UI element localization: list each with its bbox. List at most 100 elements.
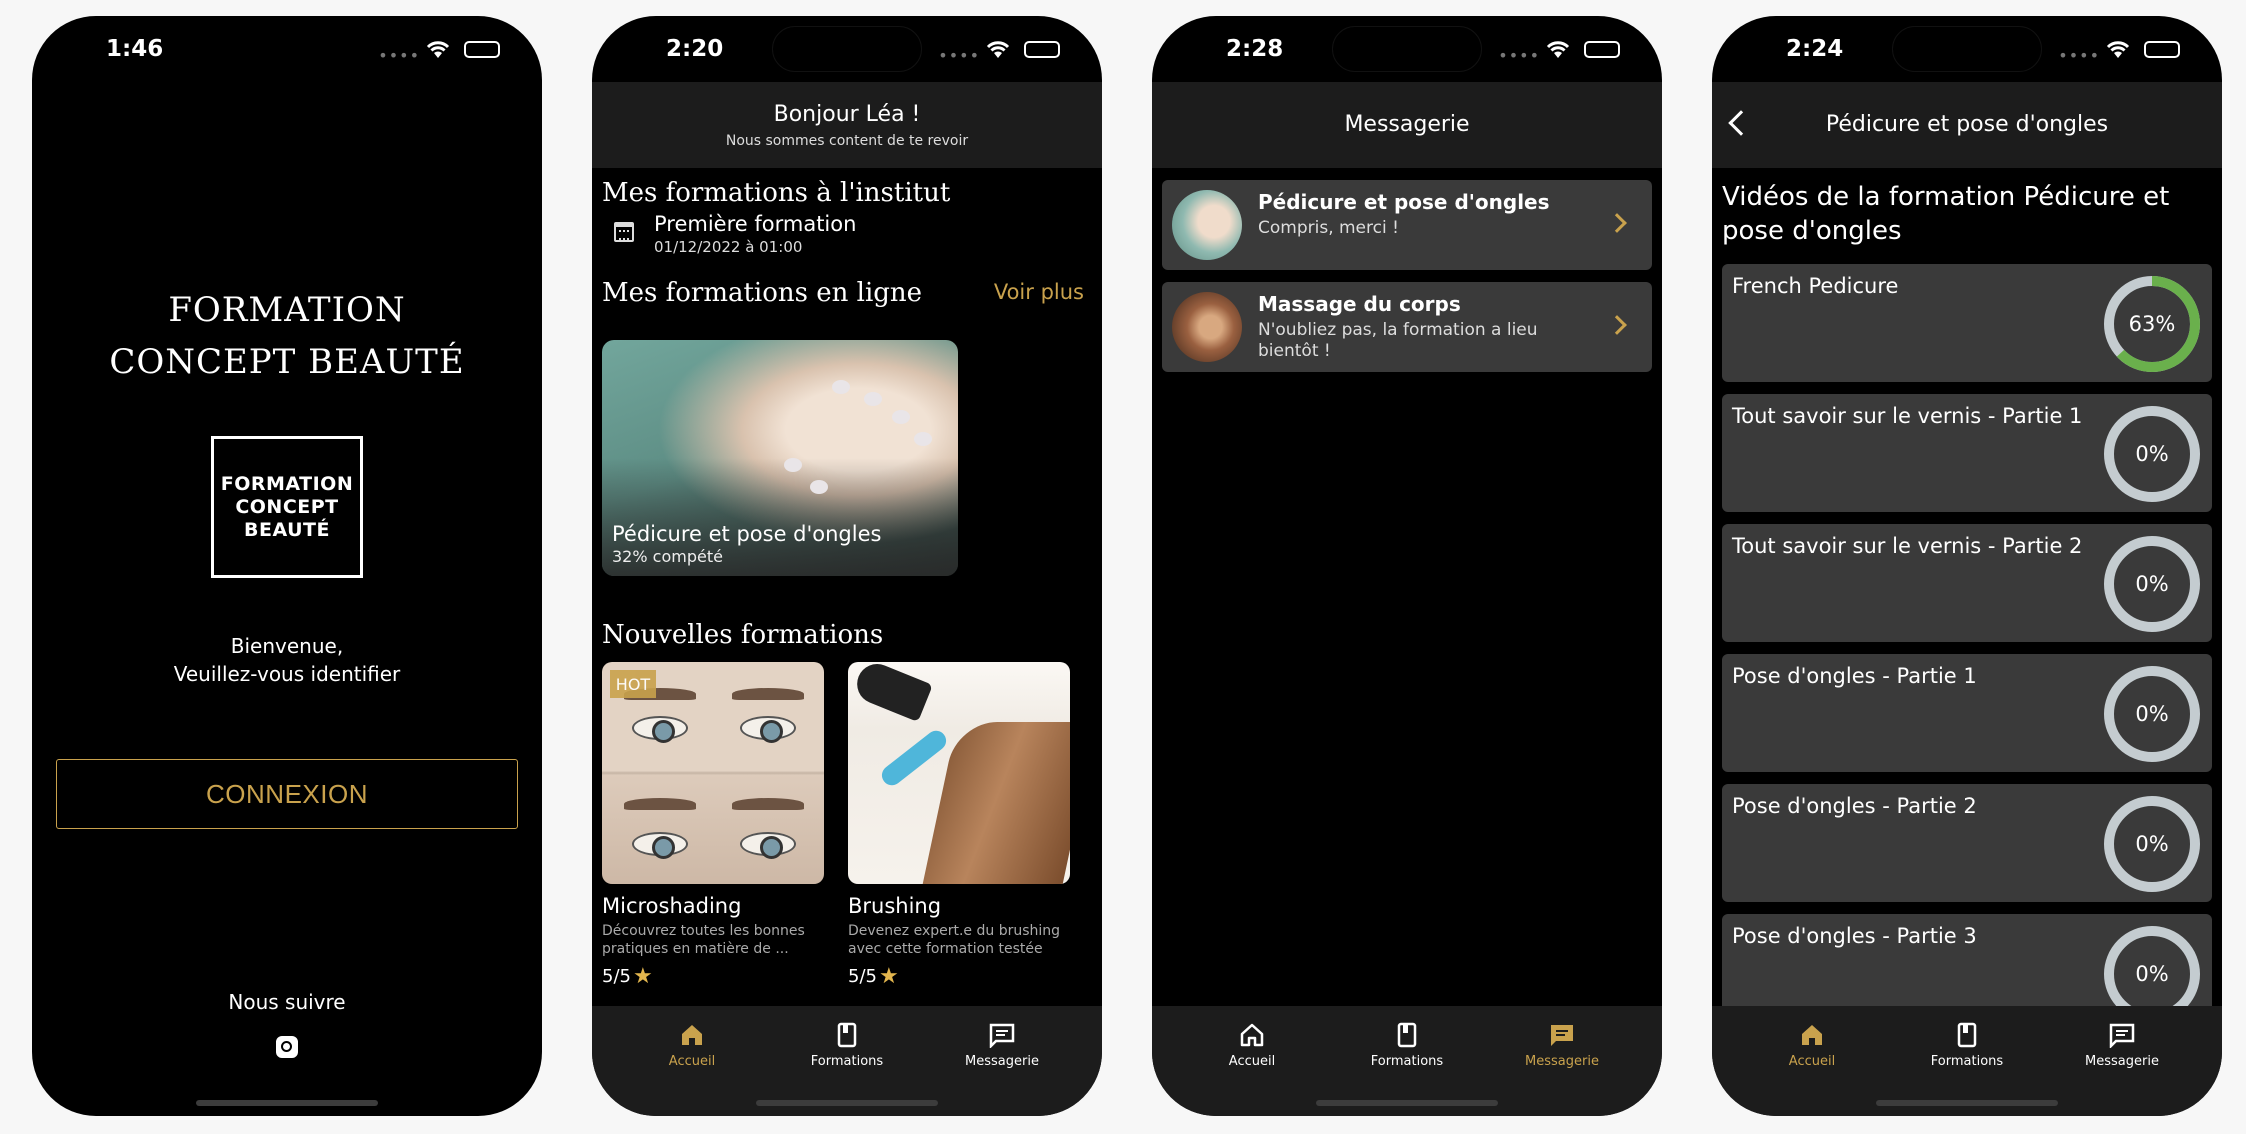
course-image	[848, 662, 1070, 884]
page-title: Messagerie	[1344, 112, 1470, 137]
tab-messagerie[interactable]: Messagerie	[942, 1022, 1062, 1069]
wifi-icon	[1546, 41, 1570, 58]
messages-screen: 2:28 •••• Messagerie Pédicure et pose d'…	[1152, 16, 1662, 1116]
login-screen: 1:46 •••• FORMATION CONCEPT BEAUTÉ FORMA…	[32, 16, 542, 1116]
course-header: Pédicure et pose d'ongles	[1712, 82, 2222, 168]
course-image: HOT	[602, 662, 824, 884]
home-indicator	[1876, 1100, 2058, 1106]
home-indicator	[1316, 1100, 1498, 1106]
course-description: Devenez expert.e du brushing avec cette …	[848, 923, 1061, 957]
tab-accueil[interactable]: Accueil	[632, 1022, 752, 1069]
chat-icon	[1551, 1025, 1573, 1046]
battery-icon	[464, 41, 500, 58]
conversation-preview: Compris, merci !	[1258, 218, 1399, 238]
chevron-right-icon	[1607, 315, 1627, 335]
instagram-icon[interactable]	[276, 1036, 298, 1058]
tab-accueil[interactable]: Accueil	[1192, 1022, 1312, 1069]
tab-messagerie[interactable]: Messagerie	[2062, 1022, 2182, 1069]
greeting-subtitle: Nous sommes content de te revoir	[725, 133, 969, 149]
dynamic-island	[1332, 26, 1482, 72]
login-button[interactable]: CONNEXION	[56, 759, 518, 829]
chevron-right-icon	[1607, 213, 1627, 233]
status-bar: 2:24 ••••	[1712, 16, 2222, 82]
online-course-progress: 32% compété	[612, 547, 723, 566]
conversation-title: Pédicure et pose d'ongles	[1258, 190, 1550, 214]
section-institute-title: Mes formations à l'institut	[602, 178, 951, 208]
video-name: French Pedicure	[1732, 274, 1899, 298]
signal-dots-icon: ••••	[938, 46, 980, 65]
dynamic-island	[1892, 26, 2042, 72]
avatar	[1172, 190, 1242, 260]
video-item[interactable]: Pose d'ongles - Partie 3 0%	[1722, 914, 2212, 1006]
progress-label: 0%	[2135, 572, 2169, 596]
course-videos-screen: 2:24 •••• Pédicure et pose d'ongles Vidé…	[1712, 16, 2222, 1116]
see-more-link[interactable]: Voir plus	[994, 280, 1084, 304]
calendar-icon	[614, 222, 634, 242]
status-bar: 2:28 ••••	[1152, 16, 1662, 82]
tab-messagerie[interactable]: Messagerie	[1502, 1022, 1622, 1069]
home-indicator	[196, 1100, 378, 1106]
section-new-title: Nouvelles formations	[602, 620, 884, 650]
videos-section-title: Vidéos de la formation Pédicure et pose …	[1722, 182, 2170, 246]
conversation-item[interactable]: Massage du corps N'oubliez pas, la forma…	[1162, 282, 1652, 372]
event-date: 01/12/2022 à 01:00	[654, 238, 803, 256]
status-time: 1:46	[106, 36, 164, 62]
nail-decoration	[914, 432, 932, 446]
status-bar: 2:20 ••••	[592, 16, 1102, 82]
video-list[interactable]: French Pedicure 63% Tout savoir sur le v…	[1722, 264, 2212, 1006]
section-online-title: Mes formations en ligne	[602, 278, 923, 308]
online-course-card[interactable]: Pédicure et pose d'ongles 32% compété	[602, 340, 958, 576]
course-title: Microshading	[602, 894, 742, 918]
video-item[interactable]: French Pedicure 63%	[1722, 264, 2212, 382]
conversation-title: Massage du corps	[1258, 292, 1461, 316]
book-icon	[837, 1022, 857, 1048]
new-course-card[interactable]: Brushing Devenez expert.e du brushing av…	[848, 662, 1070, 989]
nail-decoration	[810, 480, 828, 494]
event-name[interactable]: Première formation	[654, 212, 856, 236]
course-title: Brushing	[848, 894, 942, 918]
battery-icon	[2144, 41, 2180, 58]
video-item[interactable]: Tout savoir sur le vernis - Partie 2 0%	[1722, 524, 2212, 642]
video-name: Pose d'ongles - Partie 1	[1732, 664, 1977, 688]
conversation-item[interactable]: Pédicure et pose d'ongles Compris, merci…	[1162, 180, 1652, 270]
chat-icon	[989, 1023, 1015, 1048]
conversation-preview: N'oubliez pas, la formation a lieu bient…	[1258, 320, 1538, 361]
hot-badge: HOT	[610, 670, 656, 698]
video-item[interactable]: Pose d'ongles - Partie 1 0%	[1722, 654, 2212, 772]
greeting-header: Bonjour Léa ! Nous sommes content de te …	[592, 82, 1102, 168]
wifi-icon	[426, 41, 450, 58]
home-icon	[1802, 1025, 1822, 1045]
star-icon: ★	[632, 964, 653, 989]
app-title: FORMATION CONCEPT BEAUTÉ	[109, 290, 465, 382]
wifi-icon	[986, 41, 1010, 58]
book-icon	[1397, 1022, 1417, 1048]
status-bar: 1:46 ••••	[32, 16, 542, 82]
star-icon: ★	[878, 964, 899, 989]
online-course-title: Pédicure et pose d'ongles	[612, 522, 882, 546]
course-description: Découvrez toutes les bonnes pratiques en…	[602, 923, 805, 957]
tab-formations[interactable]: Formations	[1347, 1022, 1467, 1069]
tab-formations[interactable]: Formations	[787, 1022, 907, 1069]
home-icon	[1240, 1023, 1264, 1047]
progress-label: 63%	[2128, 312, 2176, 336]
home-indicator	[756, 1100, 938, 1106]
messages-header: Messagerie	[1152, 82, 1662, 168]
nail-decoration	[784, 458, 802, 472]
course-rating: 5/5 ★	[848, 964, 899, 989]
battery-icon	[1024, 41, 1060, 58]
nail-decoration	[864, 392, 882, 406]
video-item[interactable]: Tout savoir sur le vernis - Partie 1 0%	[1722, 394, 2212, 512]
dynamic-island	[772, 26, 922, 72]
wifi-icon	[2106, 41, 2130, 58]
nail-decoration	[892, 410, 910, 424]
video-name: Pose d'ongles - Partie 3	[1732, 924, 1977, 948]
status-time: 2:20	[666, 36, 724, 62]
page-title: Pédicure et pose d'ongles	[1825, 112, 2109, 137]
tab-accueil[interactable]: Accueil	[1752, 1022, 1872, 1069]
progress-label: 0%	[2135, 442, 2169, 466]
tab-formations[interactable]: Formations	[1907, 1022, 2027, 1069]
video-item[interactable]: Pose d'ongles - Partie 2 0%	[1722, 784, 2212, 902]
video-name: Tout savoir sur le vernis - Partie 2	[1732, 534, 2083, 558]
new-course-card[interactable]: HOT Microshading Découvrez toutes les bo…	[602, 662, 824, 989]
chat-icon	[2109, 1023, 2135, 1048]
